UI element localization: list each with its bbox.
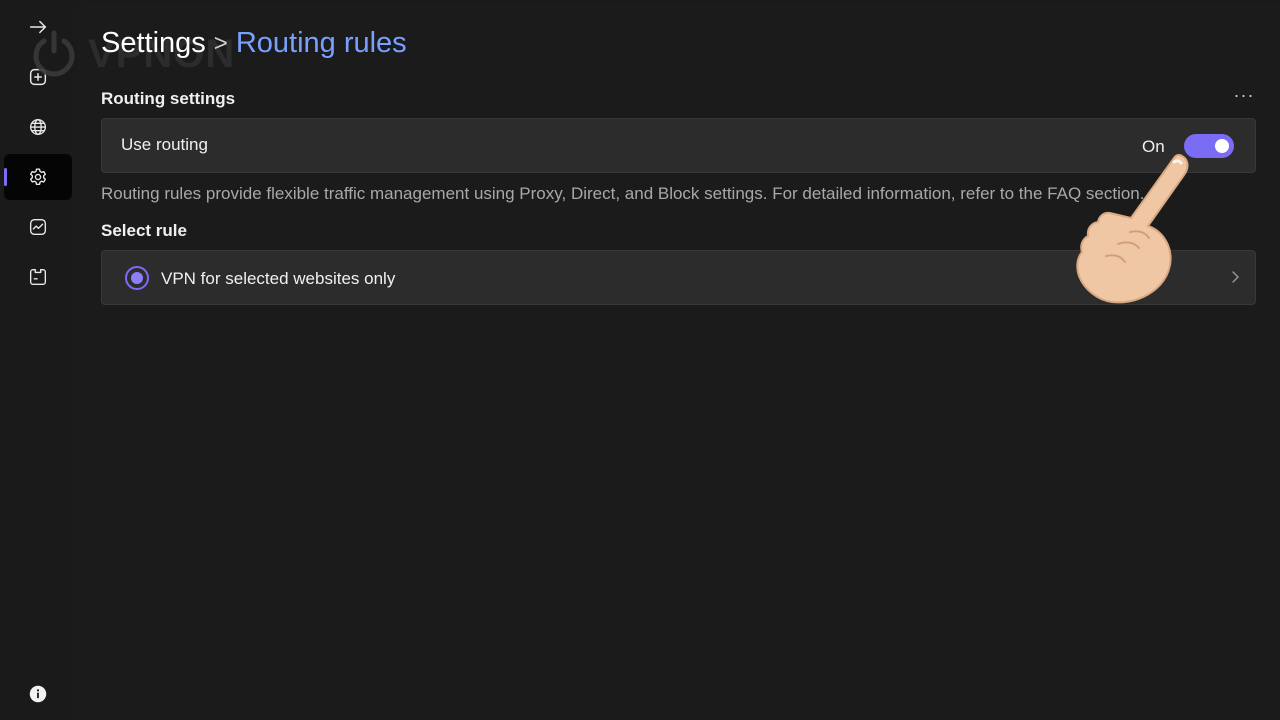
power-icon	[33, 30, 75, 77]
routing-description: Routing rules provide flexible traffic m…	[101, 184, 1145, 203]
breadcrumb: Settings > Routing rules	[101, 27, 407, 60]
chevron-right-icon	[1232, 271, 1239, 283]
sidebar-item-info[interactable]	[4, 671, 72, 717]
page-title: Routing rules	[235, 27, 407, 59]
routing-settings-title: Routing settings	[101, 89, 236, 108]
chart-icon	[29, 218, 47, 236]
breadcrumb-separator: >	[213, 29, 228, 57]
sidebar	[0, 0, 76, 720]
sidebar-item-servers[interactable]	[4, 104, 72, 150]
gear-icon	[29, 168, 47, 186]
main-panel	[78, 4, 1280, 720]
rule-label: VPN for selected websites only	[161, 269, 396, 288]
sidebar-item-logs[interactable]	[4, 254, 72, 300]
sidebar-item-statistics[interactable]	[4, 204, 72, 250]
toggle-knob	[1215, 139, 1229, 153]
clipboard-icon	[29, 268, 47, 286]
rule-radio[interactable]	[125, 266, 149, 290]
breadcrumb-settings[interactable]: Settings	[101, 27, 206, 60]
globe-icon	[29, 118, 47, 136]
use-routing-label: Use routing	[121, 135, 208, 154]
use-routing-toggle[interactable]	[1184, 134, 1234, 158]
select-rule-title: Select rule	[101, 221, 187, 240]
pointing-hand-icon	[1076, 153, 1189, 304]
more-options-button[interactable]: ···	[1230, 86, 1258, 108]
info-icon	[29, 685, 47, 703]
sidebar-item-settings[interactable]	[4, 154, 72, 200]
radio-selected-dot	[131, 272, 143, 284]
